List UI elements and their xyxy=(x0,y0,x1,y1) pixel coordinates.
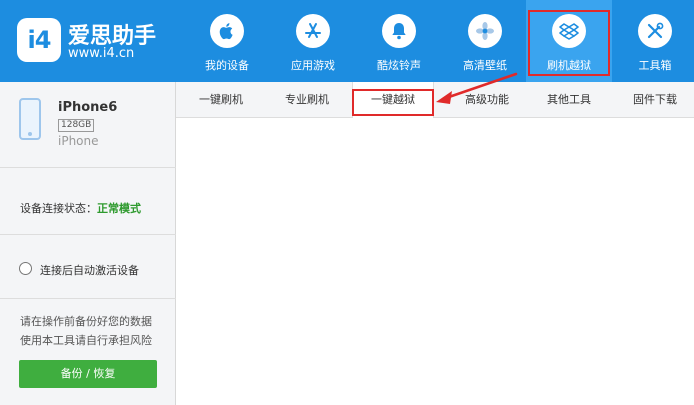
top-header: i4 爱思助手 www.i4.cn 我的设备 应用游戏 酷炫铃声 高清壁纸 刷机… xyxy=(0,0,694,82)
auto-activate-radio[interactable] xyxy=(19,262,32,275)
status-label: 设备连接状态： xyxy=(20,202,97,215)
backup-note: 请在操作前备份好您的数据 使用本工具请自行承担风险 xyxy=(20,312,152,350)
phone-icon xyxy=(19,98,41,140)
app-store-icon xyxy=(296,14,330,48)
nav-apps-games[interactable]: 应用游戏 xyxy=(270,0,356,82)
tab-pro-flash[interactable]: 专业刷机 xyxy=(272,82,342,118)
tab-one-click-flash[interactable]: 一键刷机 xyxy=(186,82,256,118)
nav-label: 我的设备 xyxy=(205,59,249,72)
connection-status: 设备连接状态：正常模式 xyxy=(20,200,141,216)
app-logo[interactable]: i4 爱思助手 www.i4.cn xyxy=(12,12,177,68)
annotation-highlight-tab xyxy=(352,89,434,116)
nav-my-device[interactable]: 我的设备 xyxy=(184,0,270,82)
auto-activate-label[interactable]: 连接后自动激活设备 xyxy=(40,262,139,278)
logo-mark: i4 xyxy=(17,18,61,62)
apple-icon xyxy=(210,14,244,48)
divider xyxy=(0,234,176,235)
nav-toolbox[interactable]: 工具箱 xyxy=(612,0,694,82)
divider xyxy=(0,167,176,168)
nav-label: 应用游戏 xyxy=(291,59,335,72)
device-capacity: 128GB xyxy=(58,119,95,132)
annotation-highlight-nav xyxy=(528,10,610,76)
tab-other-tools[interactable]: 其他工具 xyxy=(534,82,604,118)
backup-note-line: 请在操作前备份好您的数据 xyxy=(20,315,152,328)
tab-firmware-download[interactable]: 固件下载 xyxy=(620,82,690,118)
device-name: iPhone6 xyxy=(58,100,118,115)
main-content xyxy=(176,118,694,405)
tools-icon xyxy=(638,14,672,48)
divider xyxy=(0,298,176,299)
device-model: iPhone xyxy=(58,134,99,148)
flower-icon xyxy=(468,14,502,48)
nav-label: 工具箱 xyxy=(638,59,672,72)
backup-note-line: 使用本工具请自行承担风险 xyxy=(20,334,152,347)
device-sidebar: iPhone6 128GB iPhone 设备连接状态：正常模式 连接后自动激活… xyxy=(0,82,176,405)
bell-icon xyxy=(382,14,416,48)
annotation-arrow-icon xyxy=(436,72,518,104)
backup-restore-button[interactable]: 备份 / 恢复 xyxy=(19,360,157,388)
logo-url: www.i4.cn xyxy=(68,46,135,61)
status-value: 正常模式 xyxy=(97,202,141,215)
